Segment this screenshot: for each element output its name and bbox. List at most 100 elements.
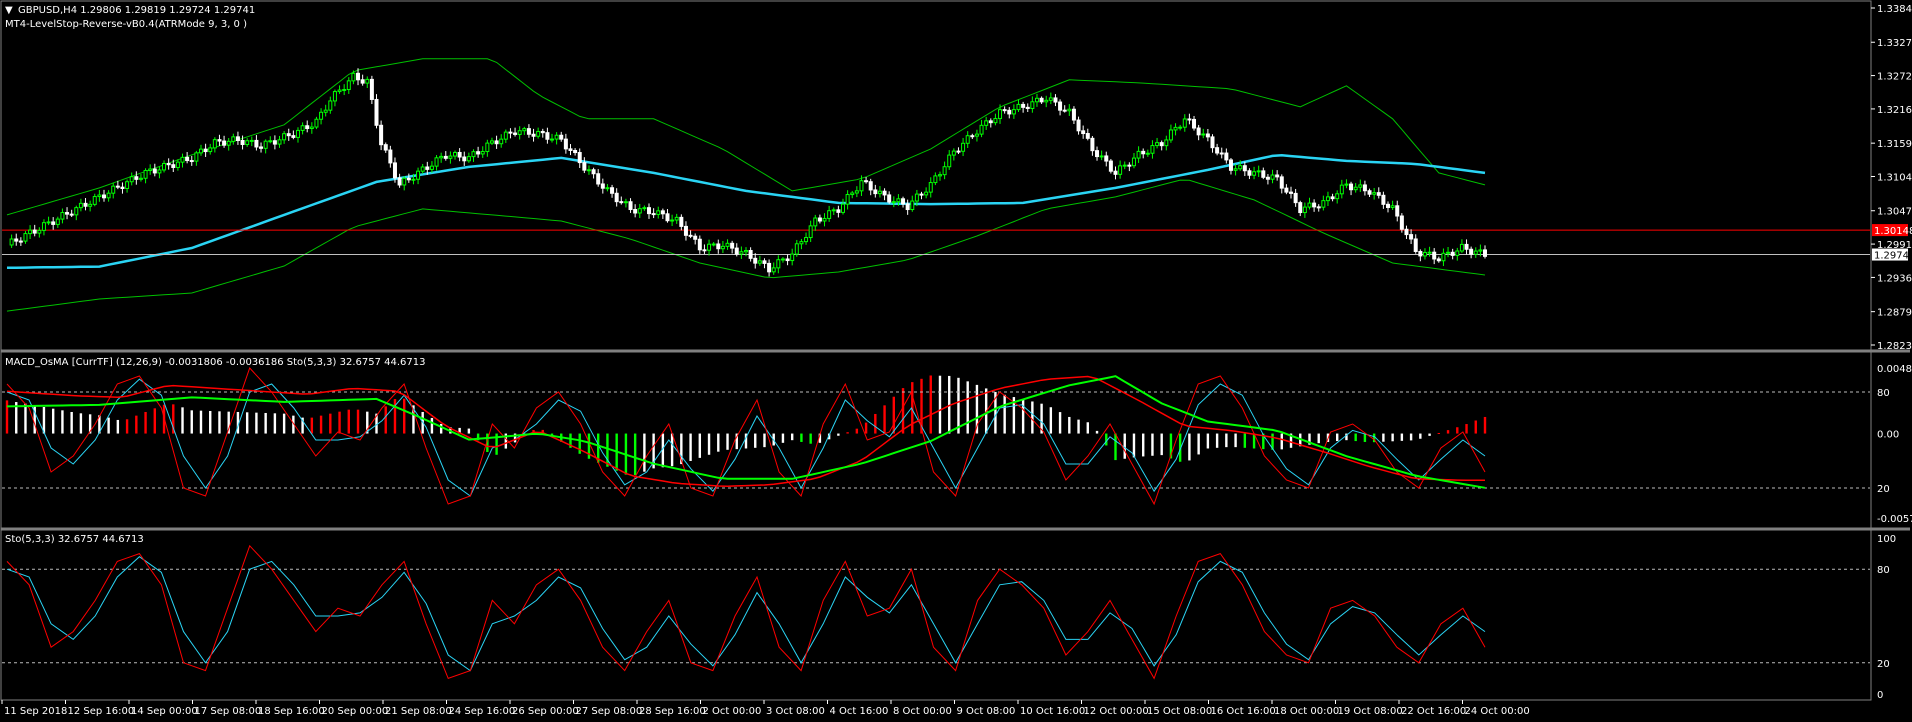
candle-body [794,243,799,255]
osma-bar [707,433,711,455]
stoch-tick-label: 100 [1877,534,1896,545]
candle-body [152,168,157,174]
candle-body [97,194,102,198]
osma-bar [24,403,27,434]
time-tick-label: 9 Oct 08:00 [957,706,1016,717]
candle-body [928,182,933,193]
candle-body [254,139,259,148]
osma-bar [643,433,646,472]
osma-bar [218,411,221,434]
candle-body [425,166,430,170]
candle-body [910,200,915,211]
time-tick-label: 10 Oct 16:00 [1020,706,1085,717]
candle-body [845,194,850,205]
candle-body [166,162,171,166]
candle-body [720,245,725,250]
candle-body [263,140,268,149]
candle-body [356,72,361,81]
symbol-dropdown-icon[interactable]: ▼ [5,5,13,16]
candle-body [554,134,559,140]
candle-body [725,242,730,247]
candle-body [55,218,60,225]
candle-body [974,133,979,137]
candle-body [813,217,818,227]
candle-body [730,242,735,249]
candle-body [1053,97,1058,103]
osma-bar [1409,433,1413,441]
stoch-tick-label: 20 [1877,659,1890,670]
candle-body [162,162,167,171]
candle-body [1418,250,1423,257]
time-tick-label: 12 Oct 00:00 [1084,706,1149,717]
candle-body [591,169,596,175]
main-price-panel[interactable] [2,58,1870,312]
candle-body [1155,142,1160,147]
candle-body [1076,119,1081,132]
candle-body [1307,202,1312,208]
candle-body [1353,186,1358,191]
candle-body [536,130,541,137]
osma-bar [1446,430,1450,434]
candle-body [1034,97,1039,103]
candle-body [804,237,809,243]
candle-body [970,135,975,138]
candle-body [360,79,365,84]
candle-body [573,149,578,154]
stoch-tick-label: 0 [1877,690,1883,701]
candle-body [984,120,989,126]
candle-body [1095,150,1100,158]
candle-body [924,191,929,196]
osma-bar [1003,394,1006,434]
stochastic-panel[interactable] [2,544,1870,680]
time-tick-label: 28 Sep 16:00 [639,706,706,717]
candle-body [51,221,56,225]
candle-body [1275,174,1280,178]
osma-bar [1188,433,1191,461]
candle-body [138,177,143,180]
candle-body [988,120,993,124]
candle-body [1450,251,1455,256]
candle-body [1182,118,1187,128]
price-tick-label: 1.32165 [1877,105,1912,116]
candle-body [1395,205,1400,217]
candle-body [231,136,236,142]
candle-body [1127,164,1132,167]
candle-body [545,132,550,140]
candle-body [1330,196,1335,200]
macd-header: MACD_OsMA [CurrTF] (12,26,9) -0.0031806 … [5,357,426,368]
candle-body [864,180,869,183]
osma-bar [1021,399,1025,434]
candle-body [559,134,564,140]
last-price-label: 1.29741 [1874,251,1912,262]
trading-chart[interactable]: 1.33845 1.33275 1.32720 1.32165 1.31595 1.310… [0,0,1912,722]
candle-body [175,161,180,168]
candle-body [1339,184,1344,195]
candle-body [212,139,217,149]
osma-bar [1077,419,1080,434]
time-tick-label: 22 Oct 16:00 [1401,706,1466,717]
candle-body [822,217,827,222]
osma-bar [181,407,184,434]
candle-body [600,183,605,189]
candle-body [1376,192,1381,196]
osma-bar [1234,433,1237,448]
candle-body [1464,243,1469,250]
candle-body [550,138,555,141]
candle-body [171,164,176,168]
candle-body [1113,170,1118,175]
candle-body [300,125,305,131]
candle-body [277,139,282,145]
candle-body [397,177,402,186]
candle-body [531,133,536,137]
candle-body [462,156,467,162]
candle-body [1399,215,1404,230]
macd-panel[interactable] [2,367,1870,506]
osma-bar [790,433,794,441]
candle-body [222,140,227,146]
candle-body [1219,152,1224,155]
candle-body [1141,150,1146,155]
candle-body [1205,133,1210,138]
osma-bar [809,433,812,444]
candle-body [1016,103,1021,111]
osma-bar [1215,433,1219,448]
